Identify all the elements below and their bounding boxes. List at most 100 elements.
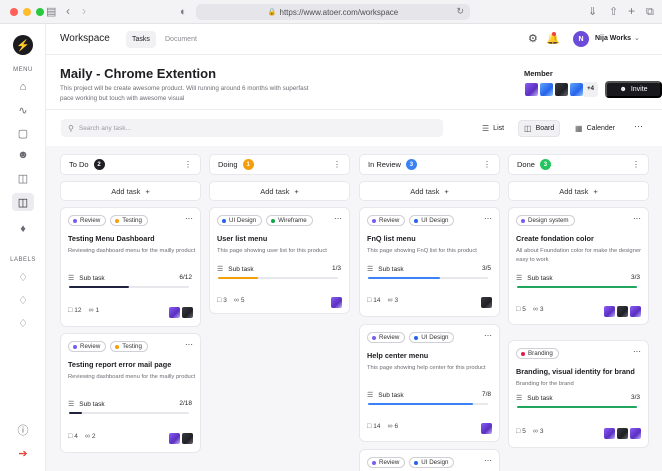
tag-chip[interactable]: Testing <box>110 215 148 226</box>
comment-count[interactable]: □ 14 <box>367 423 380 430</box>
card-more-icon[interactable]: ⋯ <box>484 456 492 465</box>
back-icon[interactable]: ‹ <box>66 4 70 18</box>
task-card[interactable]: Review UI Design ⋯ FnQ list menu This pa… <box>359 207 500 317</box>
task-card[interactable]: Branding ⋯ Branding, visual identity for… <box>508 340 649 448</box>
help-icon[interactable]: ⓘ <box>15 422 31 438</box>
card-more-icon[interactable]: ⋯ <box>633 347 641 356</box>
tag-chip[interactable]: Wireframe <box>266 215 313 226</box>
assignee-avatar[interactable] <box>617 306 628 317</box>
task-card[interactable]: Review UI Design ⋯ <box>359 449 500 471</box>
card-more-icon[interactable]: ⋯ <box>185 214 193 223</box>
task-card[interactable]: UI Design Wireframe ⋯ User list menu Thi… <box>209 207 350 314</box>
box-icon[interactable]: ▢ <box>15 125 31 141</box>
search-input[interactable]: ⚲ Search any task... <box>61 119 443 137</box>
view-list-button[interactable]: ☰ List <box>477 120 509 137</box>
folder-icon[interactable]: ◫ <box>15 170 31 186</box>
link-count[interactable]: ∞ 5 <box>234 297 245 304</box>
user-name[interactable]: Nija Works <box>595 35 631 42</box>
user-avatar[interactable]: N <box>573 31 589 47</box>
tag-chip[interactable]: Review <box>68 215 107 226</box>
home-icon[interactable]: ⌂ <box>15 79 31 95</box>
tab-tasks[interactable]: Tasks <box>126 31 156 48</box>
app-logo-icon[interactable]: ⚡ <box>13 35 33 55</box>
tab-document[interactable]: Document <box>159 31 203 48</box>
add-task-button[interactable]: Add task + <box>359 181 500 201</box>
assignee-avatar[interactable] <box>169 307 180 318</box>
column-more-icon[interactable]: ⋮ <box>184 160 192 169</box>
board-icon[interactable]: ◫ <box>12 193 34 211</box>
card-more-icon[interactable]: ⋯ <box>633 214 641 223</box>
activity-icon[interactable]: ∿ <box>15 102 31 118</box>
assignee-avatar[interactable] <box>481 297 492 308</box>
tag-chip[interactable]: UI Design <box>409 215 455 226</box>
task-card[interactable]: Review UI Design ⋯ Help center menu This… <box>359 324 500 442</box>
assignee-avatar[interactable] <box>604 428 615 439</box>
link-count[interactable]: ∞ 3 <box>387 297 398 304</box>
card-more-icon[interactable]: ⋯ <box>185 340 193 349</box>
comment-count[interactable]: □ 5 <box>516 306 526 313</box>
comment-count[interactable]: □ 4 <box>68 433 78 440</box>
link-count[interactable]: ∞ 1 <box>88 307 99 314</box>
minimize-window-button[interactable] <box>23 7 31 16</box>
card-more-icon[interactable]: ⋯ <box>334 214 342 223</box>
add-task-button[interactable]: Add task + <box>209 181 350 201</box>
column-more-icon[interactable]: ⋮ <box>632 160 640 169</box>
maximize-window-button[interactable] <box>36 7 44 16</box>
more-options-icon[interactable]: ⋯ <box>634 121 643 132</box>
assignee-avatar[interactable] <box>182 307 193 318</box>
link-count[interactable]: ∞ 6 <box>387 423 398 430</box>
link-count[interactable]: ∞ 3 <box>533 306 544 313</box>
tabs-overview-icon[interactable]: ⧉ <box>646 5 654 19</box>
label-tag-icon[interactable]: ♢ <box>15 269 31 285</box>
settings-icon[interactable]: ⚙ <box>528 32 538 45</box>
card-more-icon[interactable]: ⋯ <box>484 331 492 340</box>
member-avatar[interactable] <box>554 82 569 97</box>
member-avatar[interactable] <box>569 82 584 97</box>
tag-chip[interactable]: UI Design <box>409 457 455 468</box>
tag-chip[interactable]: Review <box>367 457 406 468</box>
new-tab-icon[interactable]: + <box>628 4 635 18</box>
reload-icon[interactable]: ↻ <box>456 6 464 17</box>
comment-count[interactable]: □ 14 <box>367 297 380 304</box>
card-more-icon[interactable]: ⋯ <box>484 214 492 223</box>
tag-chip[interactable]: UI Design <box>409 332 455 343</box>
view-calendar-button[interactable]: ▦ Calender <box>570 120 620 137</box>
share-icon[interactable]: ⇧ <box>609 5 618 19</box>
assignee-avatar[interactable] <box>331 297 342 308</box>
forward-icon[interactable]: › <box>82 4 86 18</box>
tag-icon[interactable]: ♦ <box>15 221 31 237</box>
users-icon[interactable]: ☻ <box>15 147 31 163</box>
chevron-down-icon[interactable]: ⌄ <box>634 34 640 42</box>
assignee-avatar[interactable] <box>630 306 641 317</box>
assignee-avatar[interactable] <box>617 428 628 439</box>
tag-chip[interactable]: Branding <box>516 348 559 359</box>
close-window-button[interactable] <box>10 7 18 16</box>
label-tag-icon[interactable]: ♢ <box>15 292 31 308</box>
assignee-avatar[interactable] <box>630 428 641 439</box>
assignee-avatar[interactable] <box>604 306 615 317</box>
invite-button[interactable]: ☻ Invite <box>605 81 662 98</box>
tag-chip[interactable]: Review <box>367 215 406 226</box>
member-avatar[interactable] <box>539 82 554 97</box>
tag-chip[interactable]: Review <box>68 341 107 352</box>
column-more-icon[interactable]: ⋮ <box>483 160 491 169</box>
comment-count[interactable]: □ 12 <box>68 307 81 314</box>
column-more-icon[interactable]: ⋮ <box>333 160 341 169</box>
link-count[interactable]: ∞ 2 <box>85 433 96 440</box>
tag-chip[interactable]: UI Design <box>217 215 263 226</box>
more-members-count[interactable]: +4 <box>583 82 598 97</box>
label-tag-icon[interactable]: ♢ <box>15 315 31 331</box>
tag-chip[interactable]: Design system <box>516 215 575 226</box>
task-card[interactable]: Review Testing ⋯ Testing Menu Dashboard … <box>60 207 201 327</box>
tag-chip[interactable]: Testing <box>110 341 148 352</box>
member-avatar[interactable] <box>524 82 539 97</box>
sidebar-toggle-icon[interactable]: ▤ <box>46 5 56 19</box>
download-icon[interactable]: ⇓ <box>588 5 597 19</box>
task-card[interactable]: Review Testing ⋯ Testing report error ma… <box>60 333 201 453</box>
assignee-avatar[interactable] <box>481 423 492 434</box>
task-card[interactable]: Design system ⋯ Create fondation color A… <box>508 207 649 325</box>
assignee-avatar[interactable] <box>169 433 180 444</box>
comment-count[interactable]: □ 5 <box>516 428 526 435</box>
comment-count[interactable]: □ 3 <box>217 297 227 304</box>
link-count[interactable]: ∞ 3 <box>533 428 544 435</box>
